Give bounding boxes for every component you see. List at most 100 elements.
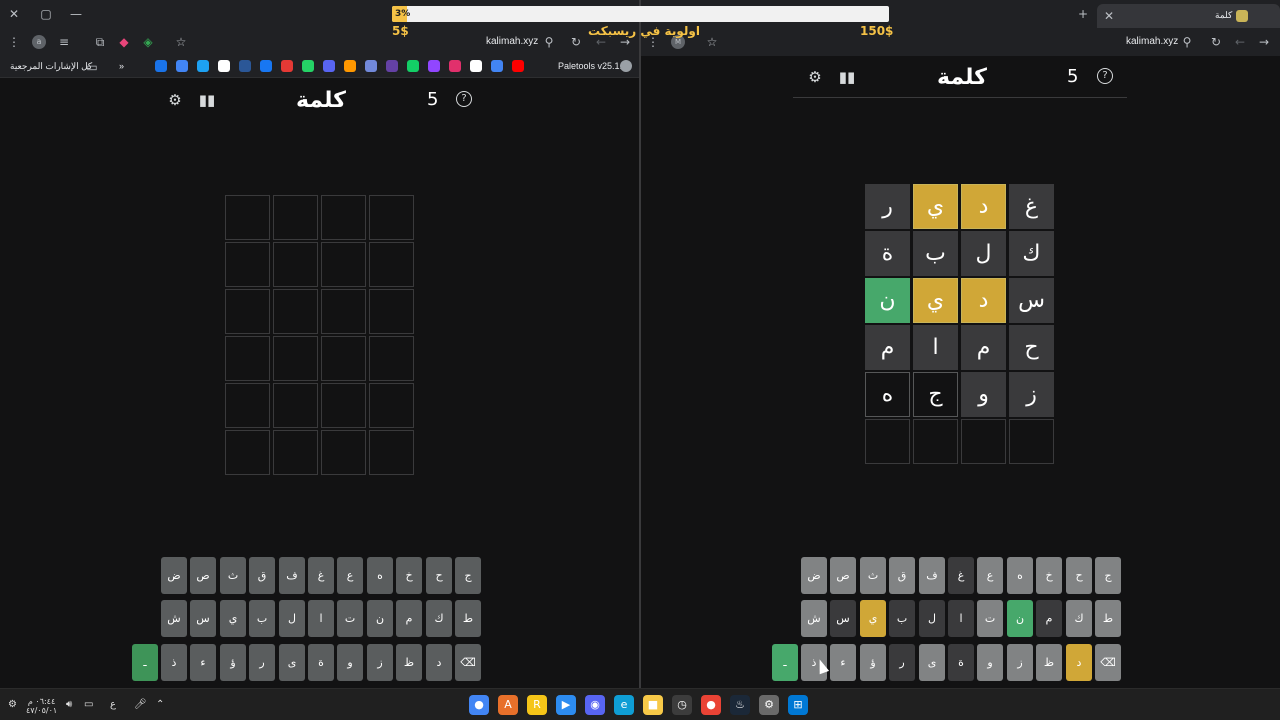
settings-icon[interactable]: ⚙ xyxy=(759,695,779,715)
chevron-up-icon[interactable]: ⌃ xyxy=(156,697,164,713)
input-language[interactable]: ع xyxy=(110,697,116,713)
bookmark-icon[interactable] xyxy=(260,60,272,72)
keyboard-key[interactable]: ت xyxy=(337,600,363,637)
maximize-icon[interactable]: ▢ xyxy=(38,6,54,22)
all-bookmarks-link[interactable]: كل الإشارات المرجعية xyxy=(10,59,92,73)
bookmark-icon[interactable] xyxy=(176,60,188,72)
keyboard-key[interactable]: ق xyxy=(249,557,275,594)
bookmark-icon[interactable] xyxy=(407,60,419,72)
reload-icon[interactable]: ↻ xyxy=(1208,34,1224,50)
extension-u-icon[interactable]: ◆ xyxy=(116,34,132,50)
keyboard-key[interactable]: ع xyxy=(977,557,1003,594)
word-length[interactable]: 5 xyxy=(427,88,438,112)
bookmark-icon[interactable] xyxy=(197,60,209,72)
keyboard-key[interactable]: ج xyxy=(455,557,481,594)
forward-icon[interactable]: → xyxy=(1256,34,1272,50)
bookmark-icon[interactable] xyxy=(386,60,398,72)
keyboard-key[interactable]: ء xyxy=(830,644,856,681)
bookmark-icon[interactable] xyxy=(239,60,251,72)
chrome-icon[interactable]: ● xyxy=(469,695,489,715)
menu-icon[interactable]: ⋮ xyxy=(6,34,22,50)
keyboard-key[interactable]: ت xyxy=(977,600,1003,637)
keyboard-key[interactable]: ن xyxy=(367,600,393,637)
keyboard-key[interactable]: ة xyxy=(948,644,974,681)
address-bar[interactable]: kalimah.xyz xyxy=(486,34,538,50)
keyboard-key[interactable]: ش xyxy=(161,600,187,637)
bookmarks-more[interactable]: » xyxy=(119,59,124,73)
volume-icon[interactable]: 🔊︎ xyxy=(66,697,72,713)
keyboard-key[interactable]: ك xyxy=(1066,600,1092,637)
word-length[interactable]: 5 xyxy=(1067,65,1078,89)
edge-icon[interactable]: e xyxy=(614,695,634,715)
keyboard-key[interactable]: ح xyxy=(1066,557,1092,594)
help-icon[interactable]: ? xyxy=(1097,68,1113,84)
gear-icon[interactable]: ⚙ xyxy=(166,91,184,109)
keyboard-key[interactable]: ا xyxy=(948,600,974,637)
keyboard-key[interactable]: ى xyxy=(919,644,945,681)
keyboard-key[interactable]: د xyxy=(426,644,452,681)
bookmark-icon[interactable] xyxy=(428,60,440,72)
keyboard-key[interactable]: ؤ xyxy=(860,644,886,681)
microphone-icon[interactable]: 🎤︎ xyxy=(134,697,147,713)
keyboard-key[interactable]: م xyxy=(396,600,422,637)
bookmark-icon[interactable] xyxy=(218,60,230,72)
site-settings-icon[interactable]: ⚲ xyxy=(541,34,557,50)
app-r-icon[interactable]: R xyxy=(527,695,547,715)
keyboard-key[interactable]: خ xyxy=(1036,557,1062,594)
keyboard-key[interactable]: ق xyxy=(889,557,915,594)
keyboard-key[interactable]: ز xyxy=(367,644,393,681)
keyboard-key[interactable]: و xyxy=(337,644,363,681)
keyboard-key[interactable]: ك xyxy=(426,600,452,637)
app-a-icon[interactable]: A xyxy=(498,695,518,715)
network-icon[interactable]: ▭ xyxy=(84,697,93,713)
avatar-icon[interactable]: a xyxy=(32,35,46,49)
gear-icon[interactable]: ⚙ xyxy=(806,68,824,86)
keyboard-key[interactable]: ء xyxy=(190,644,216,681)
keyboard-key[interactable]: ه xyxy=(1007,557,1033,594)
stats-icon[interactable]: ▮▮ xyxy=(198,91,216,109)
keyboard-key[interactable]: ث xyxy=(220,557,246,594)
star-icon[interactable]: ☆ xyxy=(704,34,720,50)
paletools-bookmark[interactable]: Paletools v25.1.9 xyxy=(558,59,627,73)
keyboard-key[interactable]: ز xyxy=(1007,644,1033,681)
discord-icon[interactable]: ◉ xyxy=(585,695,605,715)
site-settings-icon[interactable]: ⚲ xyxy=(1179,34,1195,50)
enter-key[interactable]: ـ xyxy=(772,644,798,681)
clock-icon[interactable]: ◷ xyxy=(672,695,692,715)
keyboard-key[interactable]: ح xyxy=(426,557,452,594)
tab-kalimah[interactable]: ✕ كلمة xyxy=(1097,4,1280,28)
keyboard-key[interactable]: ي xyxy=(220,600,246,637)
keyboard-key[interactable]: ج xyxy=(1095,557,1121,594)
windows-icon[interactable]: ⊞ xyxy=(788,695,808,715)
keyboard-key[interactable]: ث xyxy=(860,557,886,594)
keyboard-key[interactable]: ض xyxy=(161,557,187,594)
bookmark-icon[interactable] xyxy=(155,60,167,72)
keyboard-key[interactable]: غ xyxy=(948,557,974,594)
keyboard-key[interactable]: ل xyxy=(919,600,945,637)
keyboard-key[interactable]: ذ xyxy=(161,644,187,681)
extensions-icon[interactable]: ⧉ xyxy=(92,34,108,50)
clock[interactable]: ٠٦:٤٤ م ٤٧/٠٥/٠١ xyxy=(26,697,57,715)
keyboard-key[interactable]: ي xyxy=(860,600,886,637)
enter-key[interactable]: ـ xyxy=(132,644,158,681)
close-icon[interactable]: ✕ xyxy=(6,6,22,22)
bookmark-icon[interactable] xyxy=(512,60,524,72)
tab-search-icon[interactable]: ≡ xyxy=(56,34,72,50)
keyboard-key[interactable]: ظ xyxy=(1036,644,1062,681)
app-play-icon[interactable]: ▶ xyxy=(556,695,576,715)
help-icon[interactable]: ? xyxy=(456,91,472,107)
bookmark-icon[interactable] xyxy=(281,60,293,72)
folder-icon[interactable]: ■ xyxy=(643,695,663,715)
minimize-icon[interactable]: — xyxy=(68,6,84,22)
keyboard-key[interactable]: س xyxy=(190,600,216,637)
keyboard-key[interactable]: و xyxy=(977,644,1003,681)
keyboard-key[interactable]: ن xyxy=(1007,600,1033,637)
bookmark-icon[interactable] xyxy=(491,60,503,72)
new-tab-icon[interactable]: + xyxy=(1075,6,1091,22)
keyboard-key[interactable]: ى xyxy=(279,644,305,681)
bookmark-icon[interactable] xyxy=(470,60,482,72)
keyboard-key[interactable]: ص xyxy=(830,557,856,594)
keyboard-key[interactable]: ط xyxy=(455,600,481,637)
keyboard-key[interactable]: ط xyxy=(1095,600,1121,637)
keyboard-key[interactable]: م xyxy=(1036,600,1062,637)
